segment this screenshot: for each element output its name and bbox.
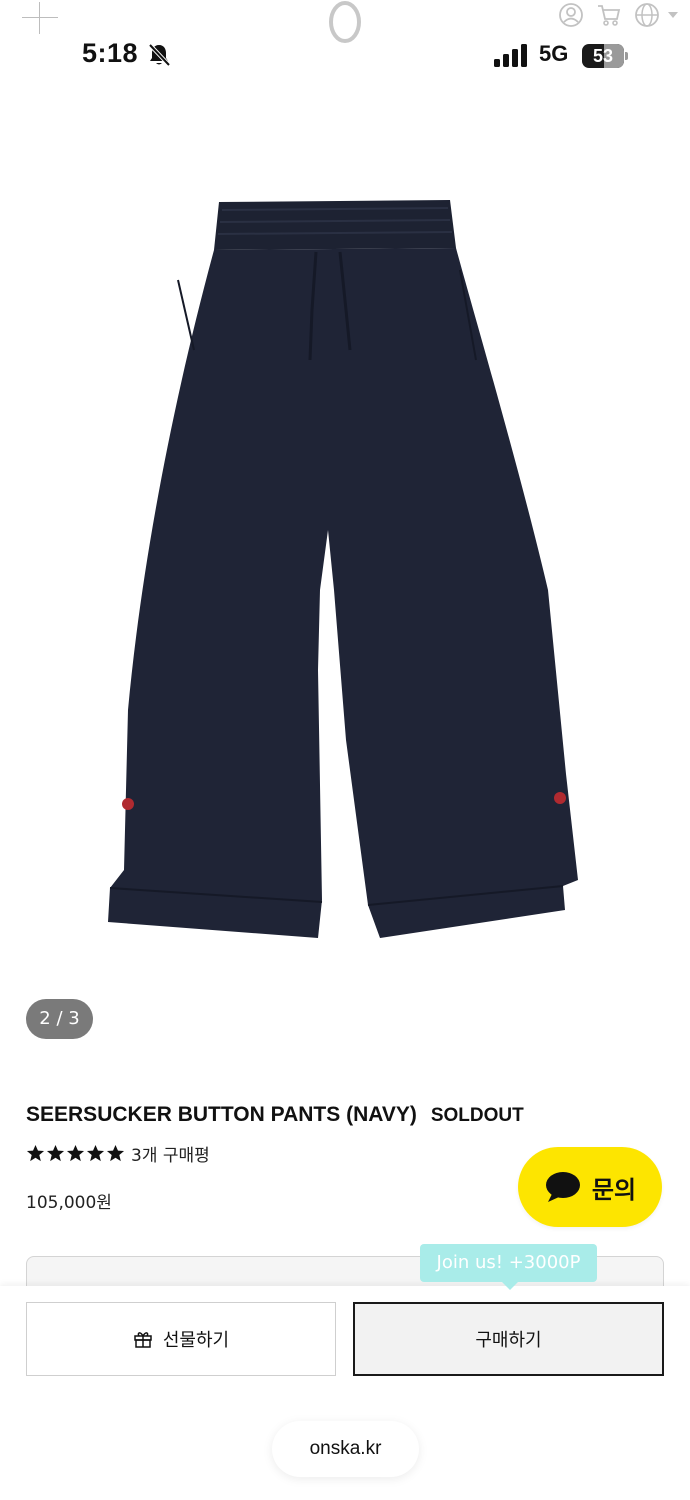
cart-icon[interactable] bbox=[596, 2, 622, 28]
inquiry-chat-button[interactable]: 문의 bbox=[518, 1147, 662, 1227]
gift-button[interactable]: 선물하기 bbox=[26, 1302, 336, 1376]
star-icon bbox=[86, 1144, 105, 1162]
chevron-down-icon[interactable] bbox=[666, 10, 680, 20]
star-icon bbox=[46, 1144, 65, 1162]
bell-muted-icon bbox=[148, 43, 171, 67]
star-icon bbox=[26, 1144, 45, 1162]
gift-icon bbox=[134, 1332, 152, 1348]
status-time: 5:18 bbox=[82, 38, 139, 68]
product-title-row: SEERSUCKER BUTTON PANTS (NAVY) SOLDOUT bbox=[26, 1103, 524, 1127]
product-price: 105,000원 bbox=[26, 1193, 112, 1213]
site-header bbox=[0, 0, 690, 43]
rating-row[interactable]: 3개 구매평 bbox=[26, 1141, 210, 1166]
battery-level: 53 bbox=[592, 46, 614, 66]
chat-label: 문의 bbox=[591, 1175, 637, 1204]
chat-bubble-icon bbox=[545, 1172, 580, 1202]
review-count[interactable]: 3개 구매평 bbox=[131, 1141, 210, 1166]
battery-icon: 53 bbox=[582, 44, 628, 68]
globe-icon[interactable] bbox=[634, 2, 660, 28]
soldout-badge: SOLDOUT bbox=[430, 1105, 524, 1126]
browser-url-bar[interactable]: onska.kr bbox=[272, 1421, 419, 1477]
status-bar: 5:18 5G 53 bbox=[0, 36, 690, 76]
signal-icon bbox=[494, 44, 527, 67]
buy-button-label: 구매하기 bbox=[475, 1330, 542, 1351]
product-title: SEERSUCKER BUTTON PANTS (NAVY) bbox=[26, 1103, 417, 1126]
plus-icon[interactable] bbox=[22, 2, 58, 34]
gift-button-label: 선물하기 bbox=[162, 1330, 230, 1351]
join-promo-tooltip[interactable]: Join us! +3000P bbox=[420, 1244, 597, 1290]
header-icons bbox=[558, 2, 680, 28]
product-image[interactable] bbox=[0, 110, 690, 990]
star-icon bbox=[106, 1144, 125, 1162]
star-icon bbox=[66, 1144, 85, 1162]
gallery-page-indicator: 2 / 3 bbox=[26, 999, 93, 1039]
network-type: 5G bbox=[539, 41, 569, 66]
rating-stars bbox=[26, 1144, 125, 1163]
user-icon[interactable] bbox=[558, 2, 584, 28]
buy-button[interactable]: 구매하기 bbox=[353, 1302, 664, 1376]
